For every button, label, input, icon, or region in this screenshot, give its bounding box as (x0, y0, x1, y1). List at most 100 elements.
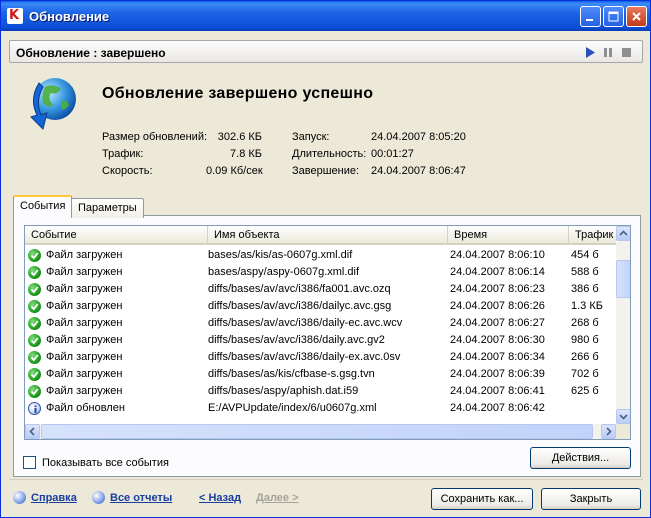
traffic-cell: 266 б (571, 351, 599, 363)
info-icon (28, 402, 41, 415)
help-icon[interactable] (13, 491, 26, 504)
stat-label: Скорость: (102, 165, 153, 177)
actions-button[interactable]: Действия... (530, 447, 631, 469)
event-cell: Файл загружен (46, 334, 123, 346)
check-icon (28, 249, 41, 262)
show-all-events-checkbox[interactable] (23, 456, 36, 469)
status-band: Обновление : завершено (9, 40, 643, 63)
object-cell: diffs/bases/av/avc/i386/fa001.avc.ozq (208, 283, 391, 295)
event-cell: Файл загружен (46, 249, 123, 261)
next-link: Далее > (256, 492, 299, 504)
table-row[interactable]: Файл обновлен E:/AVPUpdate/index/6/u0607g… (25, 400, 616, 417)
check-icon (28, 266, 41, 279)
close-window-button[interactable] (626, 6, 647, 27)
stats-left-labels: Размер обновлений: Трафик: Скорость: (102, 129, 207, 180)
event-cell: Файл загружен (46, 283, 123, 295)
pause-icon[interactable] (603, 47, 614, 58)
object-cell: bases/aspy/aspy-0607g.xml.dif (208, 266, 360, 278)
traffic-cell: 268 б (571, 317, 599, 329)
status-label: Обновление : завершено (16, 46, 166, 60)
list-header: Событие Имя объекта Время Трафик (25, 226, 616, 245)
check-icon (28, 283, 41, 296)
stop-icon[interactable] (621, 47, 632, 58)
check-icon (28, 334, 41, 347)
stat-value: 00:01:27 (371, 148, 414, 160)
column-header-object[interactable]: Имя объекта (208, 226, 448, 245)
object-cell: diffs/bases/av/avc/i386/dailyc.avc.gsg (208, 300, 392, 312)
horizontal-scroll-thumb[interactable] (41, 424, 593, 439)
table-row[interactable]: Файл загружен diffs/bases/av/avc/i386/dai… (25, 315, 616, 332)
table-row[interactable]: Файл загружен diffs/bases/av/avc/i386/dai… (25, 349, 616, 366)
maximize-button[interactable] (603, 6, 624, 27)
table-row[interactable]: Файл загружен bases/aspy/aspy-0607g.xml.d… (25, 264, 616, 281)
stat-label: Завершение: (292, 165, 360, 177)
scroll-up-button[interactable] (616, 226, 630, 241)
close-button[interactable]: Закрыть (541, 488, 641, 510)
stat-value: 24.04.2007 8:06:47 (371, 165, 466, 177)
reports-icon[interactable] (92, 491, 105, 504)
footer-divider (9, 479, 643, 480)
table-row[interactable]: Файл загружен bases/as/kis/as-0607g.xml.d… (25, 247, 616, 264)
scroll-left-button[interactable] (25, 424, 40, 439)
object-cell: diffs/bases/av/avc/i386/daily.avc.gv2 (208, 334, 385, 346)
traffic-cell: 625 б (571, 385, 599, 397)
event-cell: Файл загружен (46, 351, 123, 363)
check-icon (28, 300, 41, 313)
stat-label: Трафик: (102, 148, 144, 160)
table-row[interactable]: Файл загружен diffs/bases/av/avc/i386/fa0… (25, 281, 616, 298)
column-header-time[interactable]: Время (448, 226, 569, 245)
event-cell: Файл загружен (46, 300, 123, 312)
object-cell: diffs/bases/av/avc/i386/daily-ex.avc.0sv (208, 351, 401, 363)
scroll-corner (616, 424, 630, 439)
minimize-button[interactable] (580, 6, 601, 27)
chevron-left-icon (29, 427, 35, 436)
stats-left-values: 302.6 КБ 7.8 КБ 0.09 Кб/сек (206, 129, 263, 180)
tab-parameters[interactable]: Параметры (71, 198, 144, 218)
check-icon (28, 368, 41, 381)
maximize-icon (608, 11, 619, 22)
event-cell: Файл обновлен (46, 402, 125, 414)
table-row[interactable]: Файл загружен diffs/bases/aspy/aphish.dat… (25, 383, 616, 400)
tab-events[interactable]: События (13, 195, 73, 217)
table-row[interactable]: Файл загружен diffs/bases/av/avc/i386/dai… (25, 298, 616, 315)
table-row[interactable]: Файл загружен diffs/bases/as/kis/cfbase-s… (25, 366, 616, 383)
kaspersky-logo-icon: K (7, 8, 23, 24)
event-cell: Файл загружен (46, 266, 123, 278)
close-icon (632, 12, 641, 21)
scroll-down-button[interactable] (616, 409, 630, 424)
scroll-right-button[interactable] (601, 424, 616, 439)
help-link[interactable]: Справка (31, 492, 77, 504)
stat-value: 24.04.2007 8:05:20 (371, 131, 466, 143)
events-list[interactable]: Событие Имя объекта Время Трафик Файл за… (24, 225, 631, 440)
horizontal-scrollbar[interactable] (25, 424, 616, 439)
traffic-cell: 980 б (571, 334, 599, 346)
traffic-cell: 588 б (571, 266, 599, 278)
object-cell: diffs/bases/aspy/aphish.dat.i59 (208, 385, 359, 397)
all-reports-link[interactable]: Все отчеты (110, 492, 172, 504)
chevron-right-icon (606, 427, 612, 436)
event-cell: Файл загружен (46, 368, 123, 380)
save-as-button[interactable]: Сохранить как... (431, 488, 533, 510)
object-cell: diffs/bases/as/kis/cfbase-s.gsg.tvn (208, 368, 375, 380)
table-row[interactable]: Файл загружен diffs/bases/av/avc/i386/dai… (25, 332, 616, 349)
time-cell: 24.04.2007 8:06:39 (450, 368, 545, 380)
window-title: Обновление (29, 9, 110, 24)
check-icon (28, 385, 41, 398)
time-cell: 24.04.2007 8:06:30 (450, 334, 545, 346)
vertical-scrollbar[interactable] (616, 226, 630, 424)
play-icon[interactable] (585, 47, 596, 58)
list-rows: Файл загружен bases/as/kis/as-0607g.xml.d… (25, 247, 616, 425)
time-cell: 24.04.2007 8:06:26 (450, 300, 545, 312)
traffic-cell: 702 б (571, 368, 599, 380)
column-header-traffic[interactable]: Трафик (569, 226, 616, 245)
title-bar[interactable]: K Обновление (1, 1, 650, 31)
time-cell: 24.04.2007 8:06:14 (450, 266, 545, 278)
column-header-event[interactable]: Событие (25, 226, 208, 245)
check-icon (28, 351, 41, 364)
vertical-scroll-thumb[interactable] (616, 260, 630, 298)
back-link[interactable]: < Назад (199, 492, 241, 504)
stat-label: Длительность: (292, 148, 367, 160)
update-globe-icon (30, 78, 76, 130)
time-cell: 24.04.2007 8:06:41 (450, 385, 545, 397)
show-all-events-label[interactable]: Показывать все события (42, 457, 169, 469)
